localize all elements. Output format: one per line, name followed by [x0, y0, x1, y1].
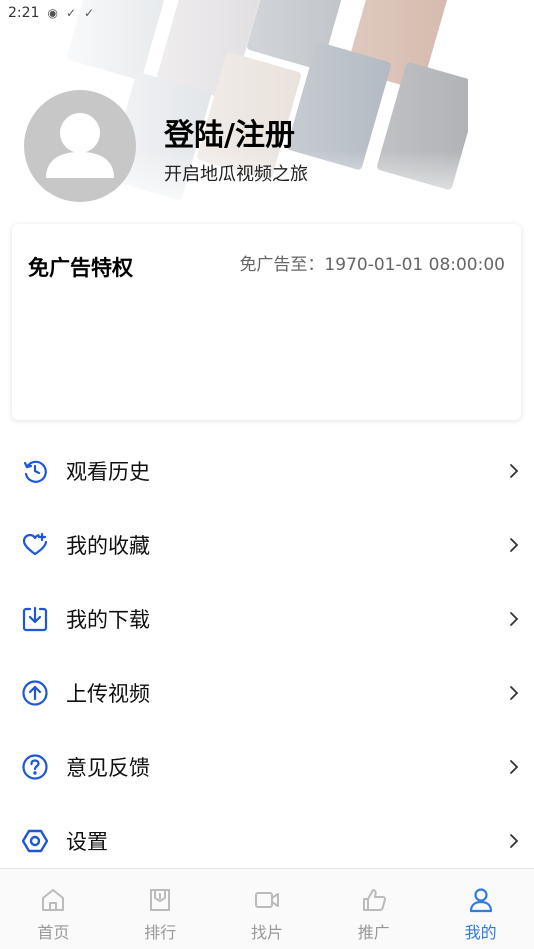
menu-item-favorites[interactable]: 我的收藏	[0, 508, 534, 582]
check-icon: ✓	[84, 6, 95, 20]
nav-item-mine[interactable]: 我的	[427, 869, 534, 949]
chevron-right-icon	[510, 612, 519, 626]
chevron-right-icon	[510, 834, 519, 848]
chevron-right-icon	[510, 686, 519, 700]
menu-item-settings[interactable]: 设置	[0, 804, 534, 878]
home-icon	[42, 889, 65, 911]
nav-label: 推广	[357, 923, 390, 942]
login-register-link[interactable]: 登陆/注册	[164, 110, 295, 154]
menu-item-label: 意见反馈	[66, 756, 150, 780]
chevron-right-icon	[510, 760, 519, 774]
menu-item-history[interactable]: 观看历史	[0, 434, 534, 508]
chevron-right-icon	[510, 538, 519, 552]
avatar[interactable]	[24, 90, 136, 202]
nav-label: 首页	[37, 923, 70, 942]
menu-item-label: 观看历史	[66, 460, 150, 484]
history-icon	[22, 458, 48, 484]
status-bar: 2:21 ◉ ✓ ✓	[0, 0, 534, 26]
user-placeholder-icon	[46, 113, 114, 178]
user-icon	[469, 888, 492, 913]
ad-free-title: 免广告特权	[28, 256, 133, 280]
video-camera-icon	[254, 892, 279, 908]
nav-item-ranking[interactable]: 排行	[107, 869, 214, 949]
download-icon	[22, 606, 48, 632]
check-icon: ✓	[65, 6, 76, 20]
ranking-icon	[150, 889, 171, 911]
settings-icon	[22, 828, 48, 854]
menu-item-label: 我的下载	[66, 608, 150, 632]
heart-plus-icon	[22, 532, 48, 558]
nav-label: 我的	[464, 923, 497, 942]
status-time: 2:21	[8, 5, 40, 21]
nav-item-find[interactable]: 找片	[214, 869, 321, 949]
upload-icon	[22, 680, 48, 706]
nav-label: 排行	[144, 923, 177, 942]
ad-free-card[interactable]: 免广告特权 免广告至：1970-01-01 08:00:00	[12, 224, 521, 420]
ad-free-expiry: 免广告至：1970-01-01 08:00:00	[239, 255, 505, 275]
profile-subtitle: 开启地瓜视频之旅	[164, 164, 308, 185]
nav-item-home[interactable]: 首页	[0, 869, 107, 949]
menu-item-label: 我的收藏	[66, 534, 150, 558]
menu-item-label: 设置	[66, 830, 108, 854]
nav-item-promote[interactable]: 推广	[320, 869, 427, 949]
question-icon	[22, 754, 48, 780]
nav-label: 找片	[250, 923, 283, 942]
chevron-right-icon	[510, 464, 519, 478]
menu-item-upload[interactable]: 上传视频	[0, 656, 534, 730]
thumbs-up-icon	[362, 889, 386, 911]
menu-list: 观看历史 我的收藏 我的下载 上传视频 意见反馈 设置	[0, 434, 534, 878]
bottom-nav: 首页 排行 找片 推广 我的	[0, 868, 534, 949]
menu-item-label: 上传视频	[66, 682, 150, 706]
shield-icon: ◉	[47, 6, 58, 20]
menu-item-feedback[interactable]: 意见反馈	[0, 730, 534, 804]
menu-item-downloads[interactable]: 我的下载	[0, 582, 534, 656]
